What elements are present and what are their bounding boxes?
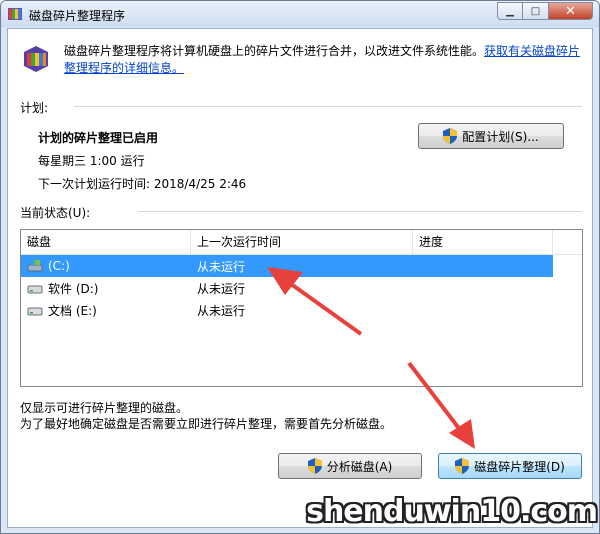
disk-cell: 文档 (E:): [21, 302, 191, 319]
disk-name: (C:): [48, 259, 70, 273]
status-separator: [138, 211, 582, 212]
disk-row-e[interactable]: 文档 (E:) 从未运行: [21, 299, 582, 321]
client-area: 磁盘碎片整理程序将计算机硬盘上的碎片文件进行合并，以改进文件系统性能。获取有关磁…: [7, 28, 593, 528]
uac-shield-icon: [307, 458, 322, 474]
watermark-text: shenduwin10.com: [306, 494, 598, 529]
intro-text: 磁盘碎片整理程序将计算机硬盘上的碎片文件进行合并，以改进文件系统性能。获取有关磁…: [64, 43, 584, 77]
column-progress[interactable]: 进度: [413, 230, 553, 254]
last-run-cell: 从未运行: [197, 281, 246, 296]
defragment-disk-label: 磁盘碎片整理(D): [474, 459, 565, 474]
note-line-1: 仅显示可进行碎片整理的磁盘。: [20, 401, 189, 415]
close-button[interactable]: ✕: [549, 2, 593, 20]
intro-description: 磁盘碎片整理程序将计算机硬盘上的碎片文件进行合并，以改进文件系统性能。: [64, 44, 485, 58]
disk-list[interactable]: 磁盘 上一次运行时间 进度 (C:) 从未运行 软件 (D:) 从未运行 文档 …: [20, 229, 583, 387]
column-filler: [553, 230, 582, 254]
uac-shield-icon: [443, 128, 458, 144]
defrag-window: 磁盘碎片整理程序 ▁ □ ✕ 磁盘碎片整理程序将计算机硬盘上的碎片文件进行合并，…: [0, 0, 600, 534]
schedule-separator: [74, 106, 582, 107]
next-run-time: 下一次计划运行时间: 2018/4/25 2:46: [38, 177, 247, 191]
disk-row-c[interactable]: (C:) 从未运行: [21, 255, 553, 277]
defrag-app-icon: [8, 8, 22, 20]
drive-icon: [27, 285, 43, 294]
window-title: 磁盘碎片整理程序: [29, 9, 126, 23]
maximize-button[interactable]: □: [523, 2, 549, 20]
drive-icon: [27, 307, 43, 316]
disk-row-d[interactable]: 软件 (D:) 从未运行: [21, 277, 582, 299]
disk-cell: 软件 (D:): [21, 280, 191, 297]
last-run-cell: 从未运行: [197, 259, 246, 274]
schedule-section-label: 计划:: [20, 101, 49, 115]
disk-list-header: 磁盘 上一次运行时间 进度: [21, 230, 582, 255]
schedule-frequency: 每星期三 1:00 运行: [38, 154, 145, 168]
disk-cell: (C:): [21, 259, 191, 273]
last-run-cell: 从未运行: [197, 303, 246, 318]
uac-shield-icon: [455, 458, 470, 474]
minimize-button[interactable]: ▁: [497, 2, 523, 20]
column-last-run[interactable]: 上一次运行时间: [191, 230, 413, 254]
defrag-header-icon: [24, 46, 48, 72]
configure-schedule-button[interactable]: 配置计划(S)...: [418, 123, 564, 149]
configure-schedule-label: 配置计划(S)...: [462, 129, 539, 144]
analyze-disk-button[interactable]: 分析磁盘(A): [278, 453, 422, 479]
column-disk[interactable]: 磁盘: [21, 230, 191, 254]
defragment-disk-button[interactable]: 磁盘碎片整理(D): [438, 453, 582, 479]
title-bar[interactable]: 磁盘碎片整理程序 ▁ □ ✕: [1, 1, 599, 27]
schedule-status: 计划的碎片整理已启用: [38, 131, 159, 145]
current-status-label: 当前状态(U):: [20, 206, 91, 220]
system-drive-icon: [27, 260, 43, 272]
analyze-disk-label: 分析磁盘(A): [326, 459, 393, 474]
disk-name: 文档 (E:): [48, 303, 97, 318]
note-line-2: 为了最好地确定磁盘是否需要立即进行碎片整理，需要首先分析磁盘。: [20, 417, 393, 431]
disk-name: 软件 (D:): [48, 281, 99, 296]
